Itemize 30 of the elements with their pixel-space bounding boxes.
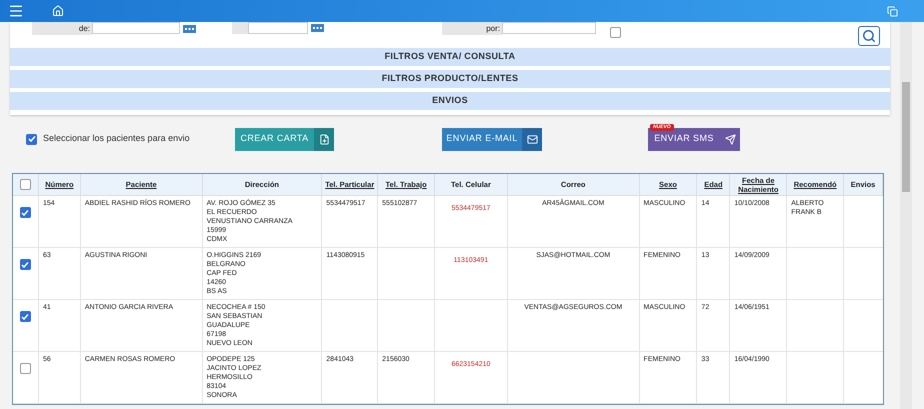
checkbox[interactable] <box>610 27 621 38</box>
input-field[interactable] <box>502 22 596 34</box>
calendar-icon[interactable] <box>183 25 196 33</box>
section-header[interactable]: ENVIOS <box>10 92 890 110</box>
calendar-icon[interactable] <box>311 24 324 32</box>
search-button[interactable] <box>858 26 880 46</box>
row-checkbox[interactable] <box>20 363 31 374</box>
send-email-button[interactable]: ENVIAR E-MAIL <box>442 128 542 150</box>
send-sms-button[interactable]: ENVIAR SMS <box>648 128 740 150</box>
scrollbar[interactable] <box>900 22 912 409</box>
envelope-icon <box>526 134 538 144</box>
field-label: de: <box>32 22 92 35</box>
row-checkbox[interactable] <box>20 259 31 270</box>
send-icon <box>724 134 736 144</box>
search-icon <box>862 29 876 43</box>
menu-icon[interactable] <box>8 3 24 19</box>
select-checkbox[interactable] <box>26 134 37 144</box>
select-label: Seleccionar los pacientes para envio <box>43 132 191 146</box>
window-icon[interactable] <box>887 6 898 16</box>
header-checkbox[interactable] <box>20 179 31 190</box>
home-icon[interactable] <box>52 5 64 17</box>
section-header[interactable]: FILTROS PRODUCTO/LENTES <box>10 70 890 88</box>
section-header[interactable]: FILTROS VENTA/ CONSULTA <box>10 48 890 66</box>
document-plus-icon <box>318 134 330 144</box>
input-field[interactable] <box>92 22 180 34</box>
field-label <box>232 22 248 34</box>
input-field[interactable] <box>248 22 308 34</box>
row-checkbox[interactable] <box>20 207 31 218</box>
field-label: por: <box>442 22 502 35</box>
row-checkbox[interactable] <box>20 311 31 322</box>
